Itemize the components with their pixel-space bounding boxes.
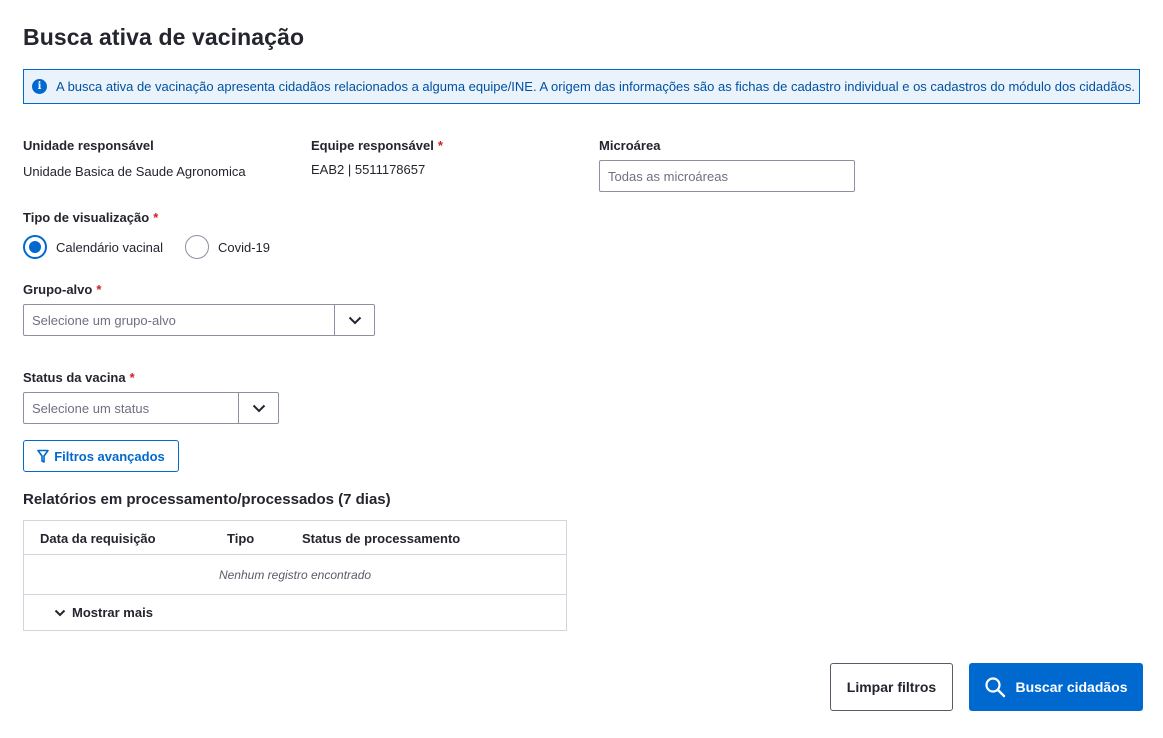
grupo-alvo-label-text: Grupo-alvo — [23, 282, 93, 297]
info-banner: i A busca ativa de vacinação apresenta c… — [23, 69, 1140, 104]
filtros-avancados-label: Filtros avançados — [54, 448, 165, 464]
status-vacina-label-text: Status da vacina — [23, 370, 126, 385]
limpar-filtros-button[interactable]: Limpar filtros — [830, 663, 953, 711]
equipe-label: Equipe responsável * — [311, 138, 443, 153]
filtros-avancados-button[interactable]: Filtros avançados — [23, 440, 179, 472]
mostrar-mais-label: Mostrar mais — [72, 605, 153, 620]
column-header-data-requisicao[interactable]: Data da requisição — [40, 531, 156, 546]
limpar-filtros-label: Limpar filtros — [846, 679, 937, 695]
tipo-visualizacao-label: Tipo de visualização * — [23, 210, 158, 225]
info-banner-text: A busca ativa de vacinação apresenta cid… — [56, 79, 1135, 94]
relatorios-table: Data da requisição Tipo Status de proces… — [23, 520, 567, 631]
microarea-label: Microárea — [599, 138, 660, 153]
unidade-value: Unidade Basica de Saude Agronomica — [23, 164, 246, 179]
radio-calendario-vacinal-label[interactable]: Calendário vacinal — [56, 240, 163, 255]
required-marker: * — [153, 210, 159, 225]
mostrar-mais-button[interactable]: Mostrar mais — [24, 595, 566, 630]
required-marker: * — [437, 138, 443, 153]
microarea-input[interactable]: Todas as microáreas — [599, 160, 855, 192]
equipe-label-text: Equipe responsável — [311, 138, 434, 153]
buscar-cidadaos-button[interactable]: Buscar cidadãos — [969, 663, 1143, 711]
chevron-down-icon[interactable] — [238, 393, 278, 423]
grupo-alvo-select[interactable]: Selecione um grupo-alvo — [23, 304, 375, 336]
table-header: Data da requisição Tipo Status de proces… — [24, 521, 566, 555]
buscar-cidadaos-label: Buscar cidadãos — [1015, 679, 1128, 695]
filter-icon — [37, 449, 50, 463]
microarea-placeholder: Todas as microáreas — [608, 168, 728, 184]
grupo-alvo-placeholder: Selecione um grupo-alvo — [32, 312, 176, 328]
required-marker: * — [96, 282, 102, 297]
unidade-label-text: Unidade responsável — [23, 138, 154, 153]
grupo-alvo-label: Grupo-alvo * — [23, 282, 101, 297]
tipo-visualizacao-radio-group: Calendário vacinal Covid-19 — [23, 235, 292, 259]
info-icon: i — [32, 79, 47, 94]
required-marker: * — [129, 370, 135, 385]
tipo-visualizacao-label-text: Tipo de visualização — [23, 210, 150, 225]
status-vacina-placeholder: Selecione um status — [32, 400, 150, 416]
empty-table-message: Nenhum registro encontrado — [24, 555, 566, 595]
status-vacina-select[interactable]: Selecione um status — [23, 392, 279, 424]
chevron-down-icon[interactable] — [334, 305, 374, 335]
microarea-label-text: Microárea — [599, 138, 661, 153]
page-title: Busca ativa de vacinação — [23, 24, 305, 50]
column-header-tipo[interactable]: Tipo — [227, 531, 254, 546]
radio-calendario-vacinal[interactable] — [23, 235, 47, 259]
radio-covid-19[interactable] — [184, 235, 209, 259]
unidade-label: Unidade responsável — [23, 138, 154, 153]
chevron-down-icon — [54, 609, 66, 616]
status-vacina-label: Status da vacina * — [23, 370, 135, 385]
radio-covid-19-label[interactable]: Covid-19 — [218, 240, 270, 255]
relatorios-title: Relatórios em processamento/processados … — [23, 491, 391, 508]
column-header-status-processamento[interactable]: Status de processamento — [302, 531, 460, 546]
equipe-value: EAB2 | 5511178657 — [311, 162, 426, 177]
search-icon — [985, 677, 1006, 698]
